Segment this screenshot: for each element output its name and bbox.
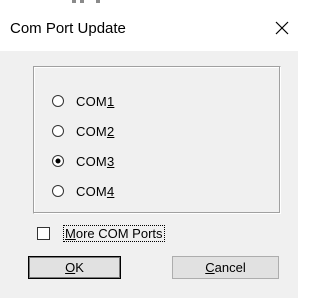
radio-com3[interactable]: COM3 [52, 152, 114, 170]
radio-label: COM1 [76, 93, 115, 109]
radio-label: COM3 [76, 153, 115, 169]
com-port-update-dialog: Com Port Update COM1 COM2 COM3 COM4 More… [0, 0, 298, 298]
ok-button[interactable]: OK [28, 256, 121, 279]
edge-mark [72, 0, 76, 3]
radio-circle-icon [52, 125, 64, 137]
close-icon [275, 21, 289, 35]
radio-circle-icon [52, 185, 64, 197]
cancel-button[interactable]: Cancel [172, 256, 279, 279]
dialog-body: COM1 COM2 COM3 COM4 More COM Ports OK Ca… [0, 51, 298, 298]
window-title: Com Port Update [10, 20, 126, 37]
radio-circle-icon [52, 155, 64, 167]
com-port-group: COM1 COM2 COM3 COM4 [33, 66, 281, 214]
ok-button-label: OK [65, 260, 84, 275]
radio-circle-icon [52, 95, 64, 107]
edge-mark [80, 0, 84, 3]
radio-com1[interactable]: COM1 [52, 92, 114, 110]
radio-label: COM4 [76, 183, 115, 199]
checkbox-box[interactable] [37, 227, 50, 240]
close-button[interactable] [266, 12, 298, 44]
radio-com4[interactable]: COM4 [52, 182, 114, 200]
edge-mark [96, 0, 100, 3]
radio-label: COM2 [76, 123, 115, 139]
window-top-edge [0, 0, 298, 7]
checkbox-label: More COM Ports [63, 225, 165, 242]
title-bar[interactable]: Com Port Update [0, 7, 298, 51]
cancel-button-label: Cancel [205, 260, 246, 275]
more-com-ports-checkbox[interactable]: More COM Ports [37, 225, 165, 242]
radio-com2[interactable]: COM2 [52, 122, 114, 140]
